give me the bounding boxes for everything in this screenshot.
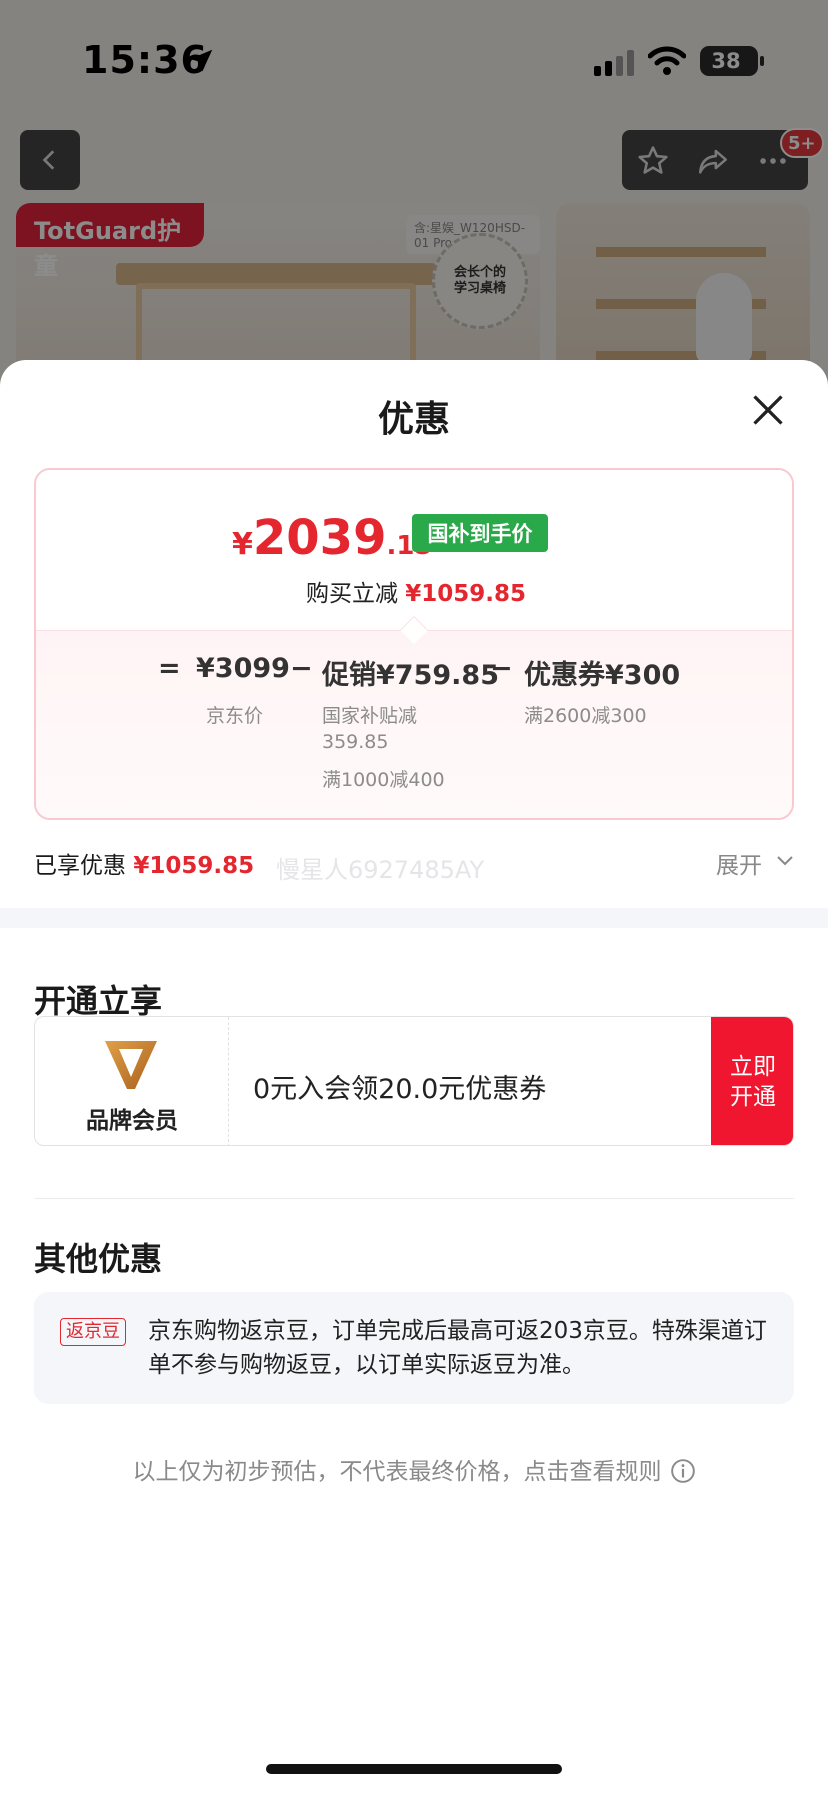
close-icon[interactable] xyxy=(750,392,786,428)
enjoyed-amount: ¥1059.85 xyxy=(133,853,255,879)
promo-detail-subsidy: 国家补贴减 xyxy=(322,705,418,727)
price-summary: ¥2039.15 国补到手价 购买立减 ¥1059.85 xyxy=(36,470,792,630)
sheet-title: 优惠 xyxy=(377,399,450,440)
coupon-detail: 满2600减300 xyxy=(524,705,647,727)
disclaimer-text[interactable]: 以上仅为初步预估，不代表最终价格，点击查看规则 xyxy=(133,1459,662,1485)
jd-beans-offer: 返京豆 京东购物返京豆，订单完成后最高可返203京豆。特殊渠道订单不参与购物返豆… xyxy=(34,1292,794,1404)
other-section-title: 其他优惠 xyxy=(34,1240,163,1278)
price-formula: = ¥3099 京东价 − 促销¥759.85 国家补贴减 359.85 满10… xyxy=(36,630,792,818)
equals-sign: = xyxy=(158,653,181,684)
jd-price: ¥3099 xyxy=(196,653,290,684)
section-separator xyxy=(0,908,828,928)
minus-sign-2: − xyxy=(490,653,513,684)
member-label: 品牌会员 xyxy=(86,1108,178,1134)
reduce-label: 购买立减 xyxy=(305,581,398,607)
member-offer-card[interactable]: 品牌会员 0元入会领20.0元优惠券 立即 开通 xyxy=(34,1016,794,1146)
final-price-symbol: ¥ xyxy=(232,527,253,562)
promo-detail-subsidy-amount: 359.85 xyxy=(322,731,389,753)
chevron-down-icon[interactable] xyxy=(776,854,794,868)
watermark: 慢星人6927485AY xyxy=(276,856,485,884)
join-now-button[interactable]: 立即 开通 xyxy=(711,1017,793,1145)
disclaimer-note[interactable]: 以上仅为初步预估，不代表最终价格，点击查看规则 xyxy=(0,1452,828,1486)
reduce-amount: ¥1059.85 xyxy=(405,581,527,607)
member-offer-text: 0元入会领20.0元优惠券 xyxy=(253,1074,547,1105)
enjoyed-discount: 已享优惠 ¥1059.85 xyxy=(34,846,254,880)
enjoyed-label: 已享优惠 xyxy=(34,853,126,879)
minus-sign-1: − xyxy=(290,653,313,684)
final-price: ¥2039.15 xyxy=(232,510,433,566)
expand-toggle[interactable]: 展开 xyxy=(716,846,762,880)
coupon-amount: 优惠券¥300 xyxy=(524,660,681,691)
jd-price-label: 京东价 xyxy=(206,705,264,727)
discount-sheet: 优惠 ¥2039.15 国补到手价 购买立减 ¥1059.85 = ¥3099 … xyxy=(0,360,828,1796)
instant-reduction: 购买立减 ¥1059.85 xyxy=(36,574,792,608)
jd-beans-tag: 返京豆 xyxy=(60,1318,126,1346)
jd-beans-text: 京东购物返京豆，订单完成后最高可返203京豆。特殊渠道订单不参与购物返豆，以订单… xyxy=(148,1318,767,1378)
subsidy-price-tag: 国补到手价 xyxy=(412,514,548,552)
member-brand: 品牌会员 xyxy=(35,1017,229,1145)
promo-amount: 促销¥759.85 xyxy=(322,660,499,691)
promo-detail-threshold: 满1000减400 xyxy=(322,769,445,791)
price-breakdown-card: ¥2039.15 国补到手价 购买立减 ¥1059.85 = ¥3099 京东价… xyxy=(34,468,794,820)
final-price-integer: 2039 xyxy=(252,510,387,566)
brand-v-logo-icon xyxy=(105,1041,157,1089)
home-indicator xyxy=(266,1764,562,1774)
info-icon[interactable] xyxy=(670,1458,696,1484)
divider xyxy=(34,1198,794,1199)
